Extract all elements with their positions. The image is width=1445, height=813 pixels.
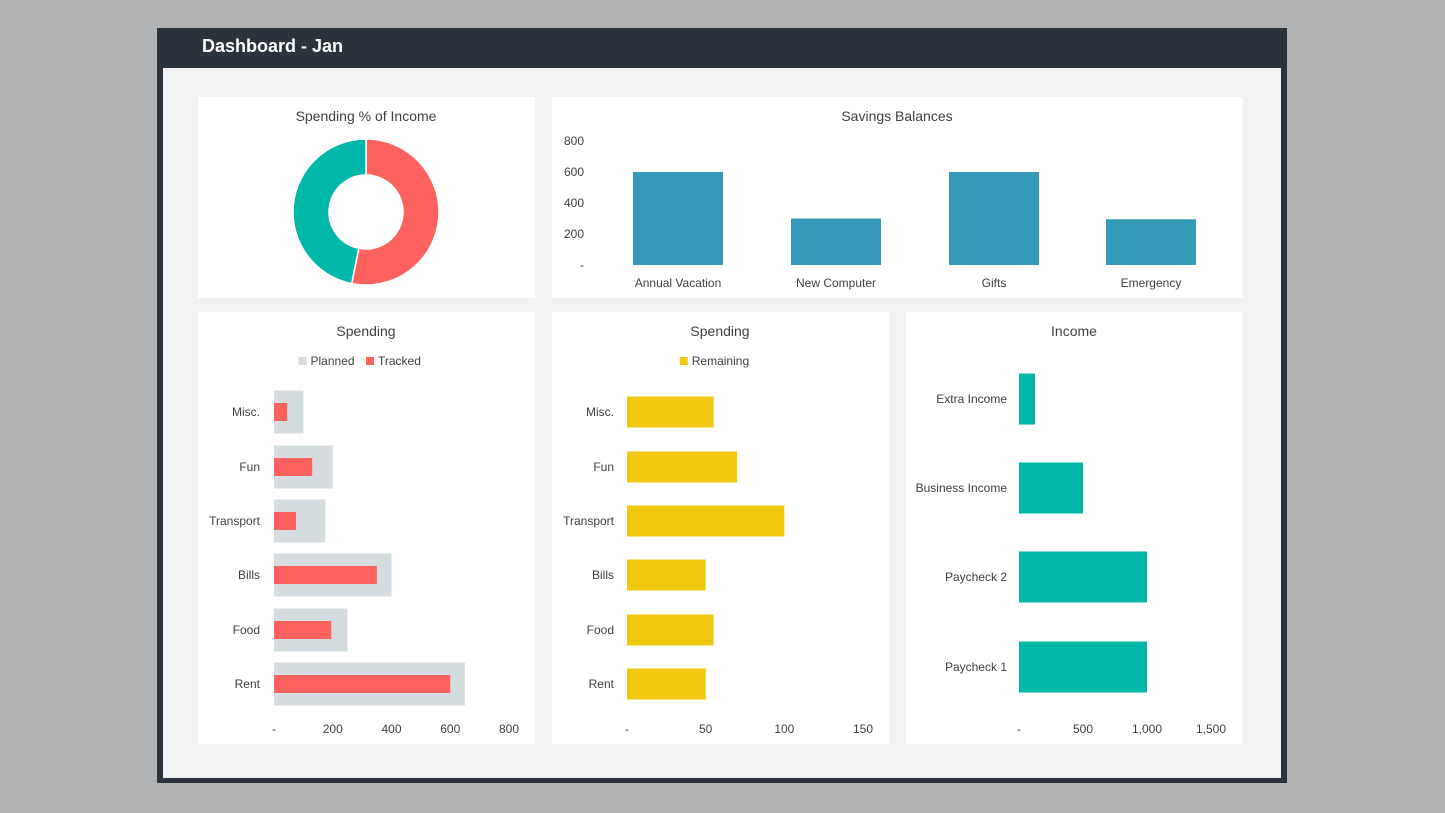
category-label: Misc.: [586, 405, 614, 419]
bar-remaining-food: [627, 614, 714, 646]
y-tick-label: 200: [564, 227, 584, 241]
category-label: Paycheck 2: [945, 570, 1007, 584]
x-tick-label: 600: [440, 722, 460, 736]
spending-percent-chart: Spending % of Income: [198, 97, 535, 298]
chart-title: Spending: [336, 323, 395, 339]
category-label: Extra Income: [936, 392, 1007, 406]
bar-remaining-rent: [627, 668, 706, 700]
chart-svg: Spending Remaining - 50 100 150 Misc. Fun Transp…: [563, 323, 873, 736]
bar-remaining-misc-: [627, 396, 714, 428]
category-label: Rent: [589, 677, 615, 691]
x-tick-label: 500: [1073, 722, 1093, 736]
y-tick-label: 600: [564, 165, 584, 179]
legend-swatch: [679, 357, 688, 365]
bar-remaining-transport: [627, 505, 785, 537]
x-tick-label: 1,500: [1196, 722, 1226, 736]
bar-tracked-rent: [274, 675, 451, 693]
bar-tracked-food: [274, 621, 332, 639]
income-chart: Income - 500 1,000 1,500 Extra Income Business…: [906, 312, 1243, 744]
x-tick-label: 100: [774, 722, 794, 736]
savings-balances-chart: Savings Balances - 200 400 600 800 Annual Vaca…: [552, 97, 1243, 298]
bar-tracked-bills: [274, 566, 377, 584]
x-tick-label: 1,000: [1132, 722, 1162, 736]
y-tick-label: 800: [564, 134, 584, 148]
x-tick-label: 400: [381, 722, 401, 736]
dashboard-title: Dashboard - Jan: [202, 36, 344, 56]
category-label: Transport: [209, 514, 261, 528]
category-label: Fun: [593, 460, 614, 474]
bar-tracked-transport: [274, 512, 297, 530]
x-tick-label: -: [272, 722, 276, 736]
bar-new-computer: [791, 218, 881, 265]
y-tick-label: 400: [564, 196, 584, 210]
spending-remaining-chart: Spending Remaining - 50 100 150 Misc. Fun Transp…: [552, 312, 889, 744]
bar-remaining-fun: [627, 451, 738, 483]
bar-annual-vacation: [633, 172, 723, 265]
chart-svg: Income - 500 1,000 1,500 Extra Income Business…: [916, 323, 1227, 736]
legend-label: Tracked: [378, 354, 421, 368]
chart-title: Income: [1051, 323, 1097, 339]
bar-tracked-fun: [274, 458, 313, 476]
x-tick-label: 150: [853, 722, 873, 736]
chart-svg: Savings Balances - 200 400 600 800 Annual Vaca…: [564, 108, 1196, 290]
bar-gifts: [949, 172, 1039, 265]
legend-swatch: [366, 357, 374, 365]
bar-tracked-misc-: [274, 403, 288, 421]
x-tick-label: Emergency: [1121, 276, 1182, 290]
bar-value-paycheck-2: [1019, 551, 1147, 603]
spending-planned-tracked-chart: Spending Planned Tracked - 200 400 600 800 Misc.…: [198, 312, 535, 744]
x-tick-label: New Computer: [796, 276, 876, 290]
chart-title: Savings Balances: [841, 108, 952, 124]
category-label: Transport: [563, 514, 615, 528]
category-label: Paycheck 1: [945, 660, 1007, 674]
bar-remaining-bills: [627, 559, 706, 591]
y-tick-label: -: [580, 258, 584, 272]
x-tick-label: 800: [499, 722, 519, 736]
legend-label: Planned: [311, 354, 355, 368]
x-tick-label: Gifts: [982, 276, 1007, 290]
category-label: Business Income: [916, 481, 1008, 495]
x-tick-label: -: [625, 722, 629, 736]
legend-label: Remaining: [692, 354, 749, 368]
category-label: Bills: [592, 568, 614, 582]
bar-value-paycheck-1: [1019, 641, 1147, 693]
dashboard-frame: Dashboard - Jan Spending % of Income Sav…: [157, 28, 1287, 783]
donut-slice: [292, 138, 367, 285]
category-label: Food: [233, 623, 260, 637]
x-tick-label: 200: [323, 722, 343, 736]
x-tick-label: -: [1017, 722, 1021, 736]
category-label: Food: [587, 623, 614, 637]
x-tick-label: Annual Vacation: [635, 276, 722, 290]
bar-value-extra-income: [1019, 373, 1035, 425]
category-label: Bills: [238, 568, 260, 582]
chart-svg: Spending % of Income: [292, 108, 440, 286]
bar-emergency: [1106, 219, 1196, 265]
dashboard-body: Spending % of Income Savings Balances - 20…: [163, 68, 1281, 778]
category-label: Misc.: [232, 405, 260, 419]
x-tick-label: 50: [699, 722, 713, 736]
category-label: Fun: [239, 460, 260, 474]
chart-title: Spending: [690, 323, 749, 339]
chart-svg: Spending Planned Tracked - 200 400 600 800 Misc.…: [209, 323, 519, 736]
bar-value-business-income: [1019, 462, 1083, 514]
category-label: Rent: [235, 677, 261, 691]
chart-title: Spending % of Income: [296, 108, 437, 124]
legend-swatch: [298, 357, 307, 365]
